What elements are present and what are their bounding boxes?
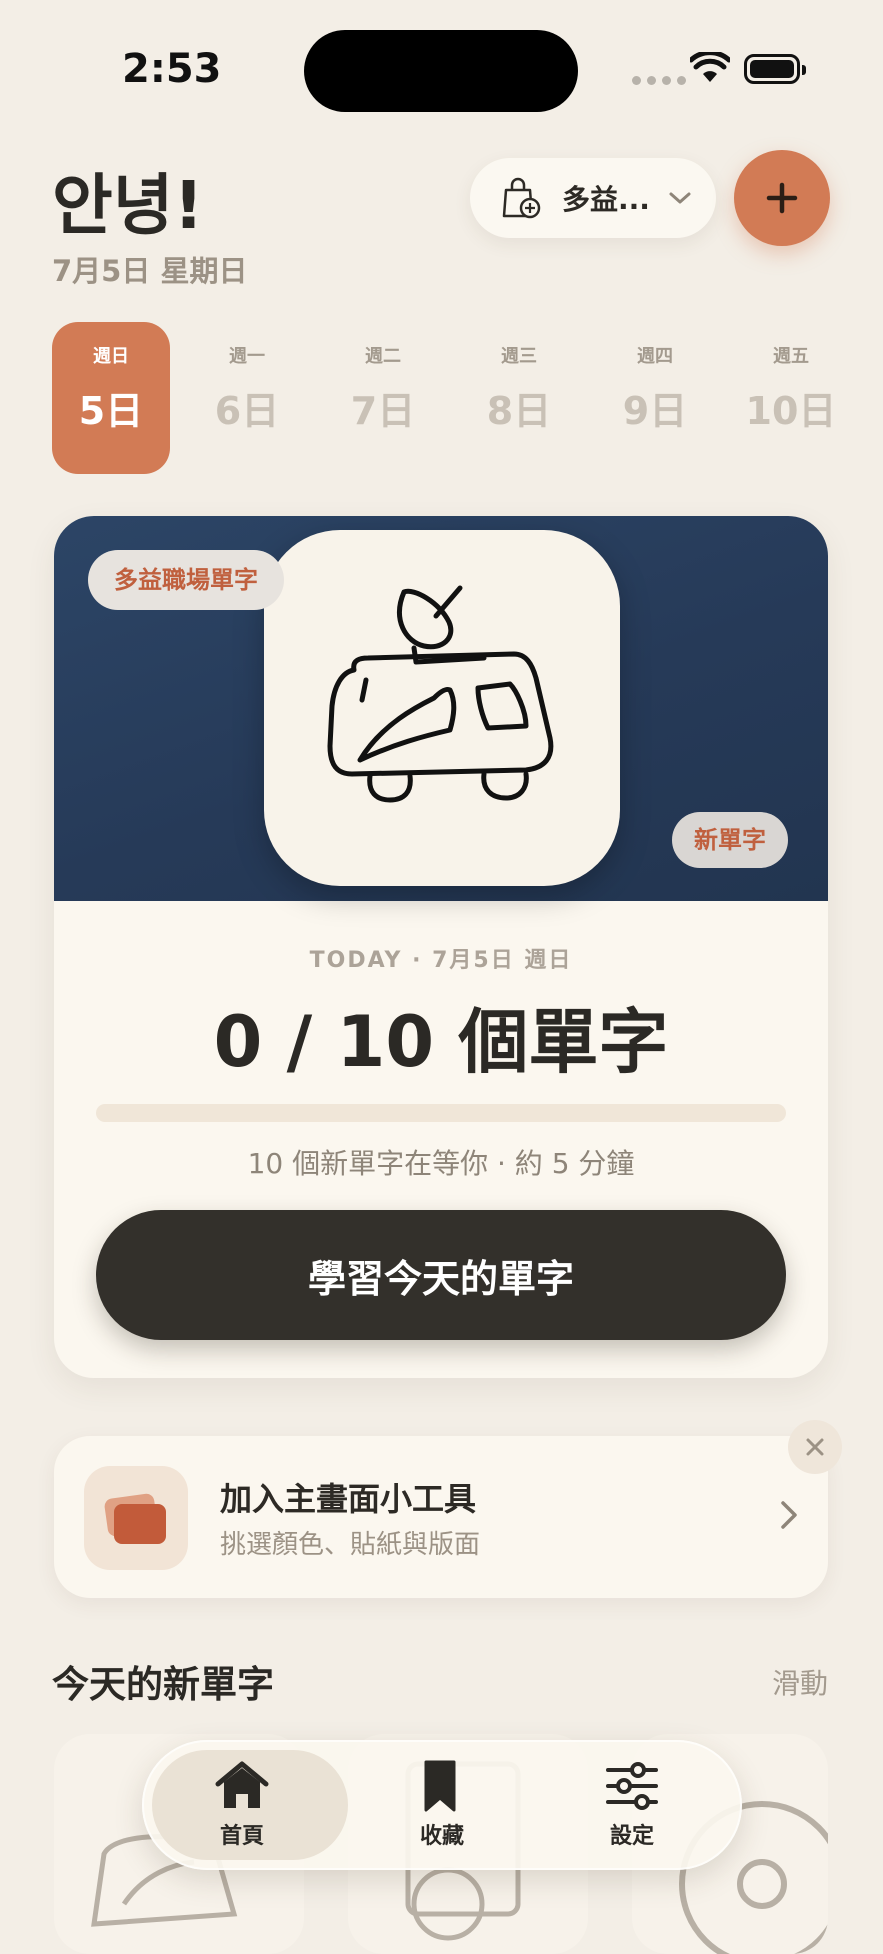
tab-saved[interactable]: 收藏 bbox=[342, 1740, 542, 1870]
add-button[interactable] bbox=[734, 150, 830, 246]
today-card[interactable]: 多益職場單字 新單字 TODAY · 7月5日 週日 0 / 10 個單字 10… bbox=[54, 516, 828, 1378]
cards-icon bbox=[104, 1493, 166, 1544]
current-date: 7月5日 星期日 bbox=[52, 254, 248, 288]
day-weekday: 週二 bbox=[365, 346, 401, 367]
study-today-button[interactable]: 學習今天的單字 bbox=[96, 1210, 786, 1340]
day-item-wed[interactable]: 週三 8日 bbox=[460, 322, 578, 474]
new-word-tag: 新單字 bbox=[672, 812, 788, 868]
widget-icon-tile bbox=[84, 1466, 188, 1570]
day-weekday: 週四 bbox=[637, 346, 673, 367]
sliders-icon bbox=[606, 1762, 658, 1810]
shopping-bag-icon bbox=[502, 177, 541, 219]
word-count: 0 / 10 個單字 bbox=[213, 1001, 669, 1083]
new-words-title: 今天的新單字 bbox=[52, 1663, 274, 1706]
card-hero: 多益職場單字 新單字 bbox=[54, 516, 828, 901]
day-weekday: 週五 bbox=[773, 346, 809, 367]
book-tag: 多益職場單字 bbox=[88, 550, 284, 610]
day-weekday: 週三 bbox=[501, 346, 537, 367]
tab-home[interactable]: 首頁 bbox=[142, 1740, 348, 1870]
plus-icon bbox=[766, 182, 798, 214]
battery-icon bbox=[744, 54, 806, 84]
day-number: 8日 bbox=[486, 389, 552, 433]
day-number: 10日 bbox=[745, 389, 837, 433]
greeting-title: 안녕! bbox=[52, 167, 204, 244]
tab-label: 收藏 bbox=[419, 1824, 464, 1849]
progress-bar bbox=[96, 1104, 786, 1122]
today-label: TODAY · 7月5日 週日 bbox=[309, 948, 573, 973]
van-sticker-icon bbox=[327, 585, 554, 803]
book-selector-label: 多益... bbox=[562, 183, 650, 216]
day-number: 9日 bbox=[622, 389, 688, 433]
house-icon bbox=[215, 1761, 269, 1808]
dismiss-widget-button[interactable] bbox=[788, 1420, 842, 1474]
day-item-fri[interactable]: 週五 10日 bbox=[732, 322, 850, 474]
tab-settings[interactable]: 設定 bbox=[532, 1740, 732, 1870]
day-item-sun[interactable]: 週日 5日 bbox=[52, 322, 170, 474]
day-number: 7日 bbox=[350, 389, 416, 433]
close-icon bbox=[806, 1438, 824, 1456]
bookmark-icon bbox=[424, 1760, 456, 1812]
day-item-mon[interactable]: 週一 6日 bbox=[188, 322, 306, 474]
day-item-thu[interactable]: 週四 9日 bbox=[596, 322, 714, 474]
sticker-image bbox=[264, 530, 620, 886]
tab-bar: 首頁 收藏 設定 bbox=[142, 1740, 742, 1870]
book-selector[interactable]: 多益... bbox=[470, 158, 716, 238]
widget-promo-subtitle: 挑選顏色、貼紙與版面 bbox=[220, 1530, 481, 1560]
widget-promo-card[interactable]: 加入主畫面小工具 挑選顏色、貼紙與版面 bbox=[54, 1436, 828, 1598]
day-item-tue[interactable]: 週二 7日 bbox=[324, 322, 442, 474]
day-weekday: 週日 bbox=[93, 346, 129, 367]
chevron-down-icon bbox=[669, 192, 691, 204]
status-time: 2:53 bbox=[122, 46, 222, 92]
swipe-link[interactable]: 滑動 bbox=[772, 1662, 828, 1702]
today-hint: 10 個新單字在等你 · 約 5 分鐘 bbox=[247, 1147, 635, 1180]
widget-promo-title: 加入主畫面小工具 bbox=[220, 1480, 477, 1518]
day-number: 5日 bbox=[78, 389, 144, 433]
dynamic-island bbox=[304, 30, 578, 112]
tab-label: 設定 bbox=[609, 1824, 654, 1849]
wifi-icon bbox=[690, 52, 730, 82]
day-weekday: 週一 bbox=[229, 346, 265, 367]
tab-label: 首頁 bbox=[219, 1824, 264, 1849]
day-number: 6日 bbox=[214, 389, 280, 433]
signal-icon bbox=[632, 76, 686, 85]
chevron-right-icon bbox=[781, 1501, 797, 1529]
